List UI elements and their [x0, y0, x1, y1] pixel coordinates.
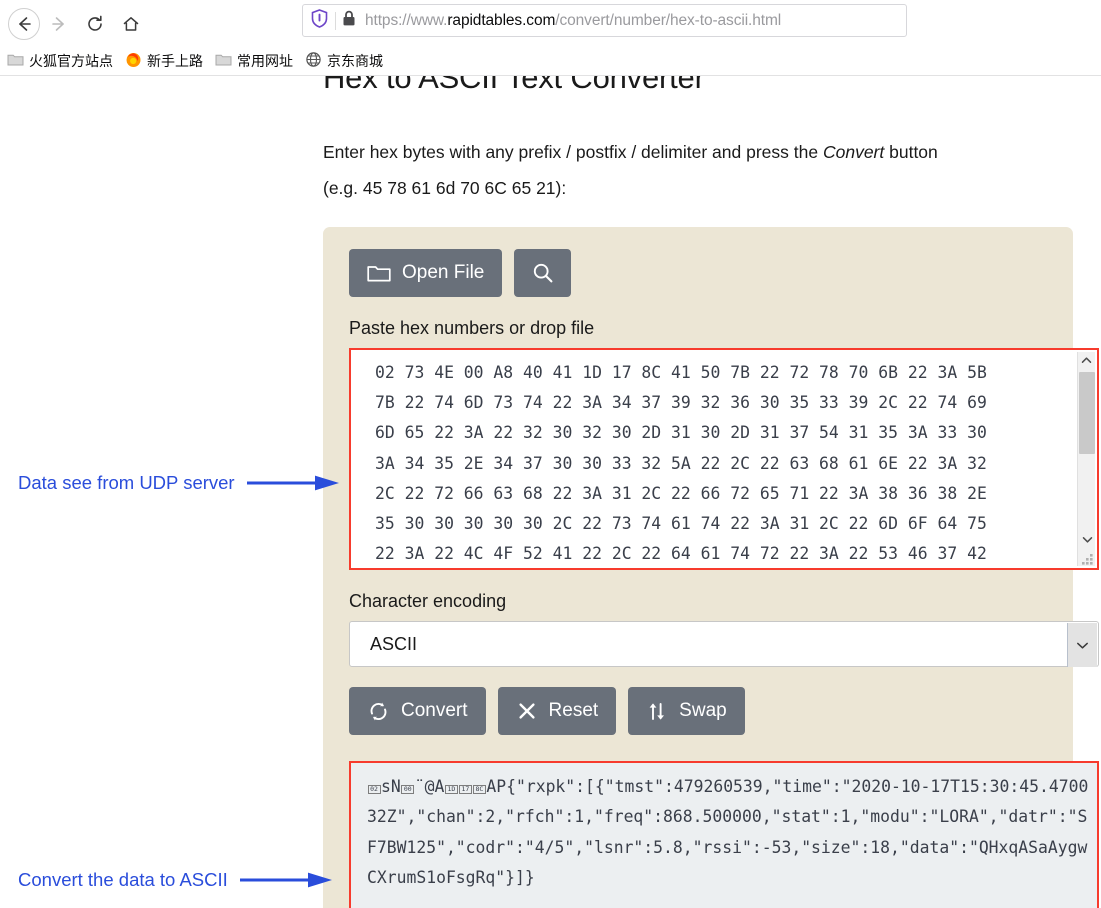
url-domain: rapidtables.com	[447, 11, 556, 29]
result-seg-1: sN	[381, 777, 401, 796]
open-file-button[interactable]: Open File	[349, 249, 503, 297]
scroll-down-arrow-icon[interactable]	[1078, 531, 1096, 548]
result-seg-2: ¨@A	[414, 777, 445, 796]
url-scheme: https://www.	[365, 11, 448, 29]
hex-input-textarea[interactable]	[353, 352, 1079, 566]
reload-button[interactable]	[78, 7, 112, 41]
intro-text-before: Enter hex bytes with any prefix / postfi…	[323, 142, 823, 162]
firefox-icon	[125, 51, 142, 71]
bookmark-item-1[interactable]: 新手上路	[125, 51, 203, 71]
close-x-icon	[516, 700, 538, 722]
back-button[interactable]	[8, 7, 40, 40]
bookmark-label-2: 常用网址	[237, 53, 293, 69]
reset-label: Reset	[548, 700, 599, 721]
url-separator	[335, 11, 336, 30]
refresh-icon	[367, 700, 390, 723]
converter-panel: Open File Paste hex numbers or drop file	[323, 227, 1099, 908]
browser-chrome: https://www.rapidtables.com/convert/numb…	[0, 0, 1101, 76]
annotation-ascii: Convert the data to ASCII	[18, 869, 332, 891]
encoding-label: Character encoding	[349, 591, 507, 611]
result-container: 02 sN 00 ¨@A 1D 17 8C AP{"rxpk":[{"tmst":479260…	[349, 761, 1099, 908]
file-button-row: Open File	[349, 249, 1051, 297]
address-bar[interactable]: https://www.rapidtables.com/convert/numb…	[302, 4, 907, 37]
url-text: https://www.rapidtables.com/convert/numb…	[365, 12, 781, 30]
folder-icon	[367, 263, 391, 283]
open-file-label: Open File	[402, 262, 485, 283]
resize-grip-icon[interactable]	[1082, 553, 1094, 565]
control-char-glyph: 02	[367, 785, 381, 795]
folder-icon	[7, 52, 24, 70]
convert-button[interactable]: Convert	[349, 687, 486, 735]
intro-emphasis: Convert	[822, 142, 885, 162]
bookmark-item-3[interactable]: 京东商城	[305, 51, 383, 71]
arrow-right-icon	[246, 473, 339, 493]
scrollbar-thumb[interactable]	[1079, 372, 1095, 454]
shield-icon[interactable]	[311, 8, 328, 33]
page-title: Hex to ASCII Text Converter	[323, 76, 705, 95]
intro-example: (e.g. 45 78 61 6d 70 6C 65 21):	[323, 178, 567, 198]
annotation-udp: Data see from UDP server	[18, 472, 339, 494]
reload-icon	[88, 15, 102, 31]
search-button[interactable]	[514, 249, 572, 297]
scroll-up-arrow-icon[interactable]	[1078, 352, 1095, 369]
bookmark-label-3: 京东商城	[327, 53, 383, 69]
swap-button[interactable]: Swap	[628, 687, 745, 735]
control-char-glyph: 00	[401, 785, 415, 795]
forward-button[interactable]	[42, 7, 76, 41]
home-icon	[123, 16, 139, 31]
ctrl-hi: 8C	[475, 785, 484, 793]
convert-label: Convert	[401, 700, 468, 721]
arrow-right-icon	[239, 870, 332, 890]
action-button-row: Convert Reset Swap	[349, 687, 1051, 735]
ctrl-hi: 17	[461, 785, 470, 793]
ctrl-hi: 1D	[447, 785, 456, 793]
ctrl-hi: 02	[370, 785, 378, 793]
search-icon	[531, 261, 555, 285]
control-char-glyph: 8C	[472, 785, 486, 795]
encoding-selected-value: ASCII	[370, 633, 418, 654]
folder-icon	[215, 52, 232, 70]
control-char-glyph: 1D	[444, 785, 458, 795]
intro-paragraph: Enter hex bytes with any prefix / postfi…	[323, 112, 1053, 206]
page-content-area: Hex to ASCII Text Converter Enter hex by…	[0, 76, 1101, 908]
arrow-right-icon	[52, 16, 64, 31]
hex-input-scrollbar[interactable]	[1077, 352, 1095, 566]
ctrl-hi: 00	[403, 785, 412, 793]
navigation-toolbar: https://www.rapidtables.com/convert/numb…	[0, 0, 1101, 47]
swap-label: Swap	[679, 700, 727, 721]
bookmark-label-1: 新手上路	[147, 53, 203, 69]
globe-icon	[305, 51, 322, 71]
reset-button[interactable]: Reset	[497, 687, 617, 735]
bookmarks-bar: 火狐官方站点 新手上路 常用网址 京东商城	[0, 47, 1101, 76]
encoding-select[interactable]: ASCII	[349, 621, 1099, 667]
home-button[interactable]	[114, 7, 148, 41]
bookmark-item-2[interactable]: 常用网址	[215, 51, 293, 71]
annotation-udp-label: Data see from UDP server	[18, 472, 235, 493]
hex-input-label: Paste hex numbers or drop file	[349, 318, 595, 338]
url-path: /convert/number/hex-to-ascii.html	[555, 11, 782, 29]
bookmark-label-0: 火狐官方站点	[29, 53, 113, 69]
result-output-text[interactable]: 02 sN 00 ¨@A 1D 17 8C AP{"rxpk":[{"tmst":479260…	[351, 763, 1097, 893]
hex-input-container	[349, 348, 1099, 570]
swap-arrows-icon	[646, 700, 668, 723]
arrow-left-icon	[19, 16, 31, 31]
control-char-glyph: 17	[458, 785, 472, 795]
content-column: Hex to ASCII Text Converter Enter hex by…	[323, 76, 1101, 908]
intro-text-after: button	[884, 142, 938, 162]
lock-icon[interactable]	[342, 10, 356, 32]
annotation-ascii-label: Convert the data to ASCII	[18, 869, 228, 890]
bookmark-item-0[interactable]: 火狐官方站点	[7, 51, 113, 71]
chevron-down-icon[interactable]	[1067, 623, 1097, 667]
